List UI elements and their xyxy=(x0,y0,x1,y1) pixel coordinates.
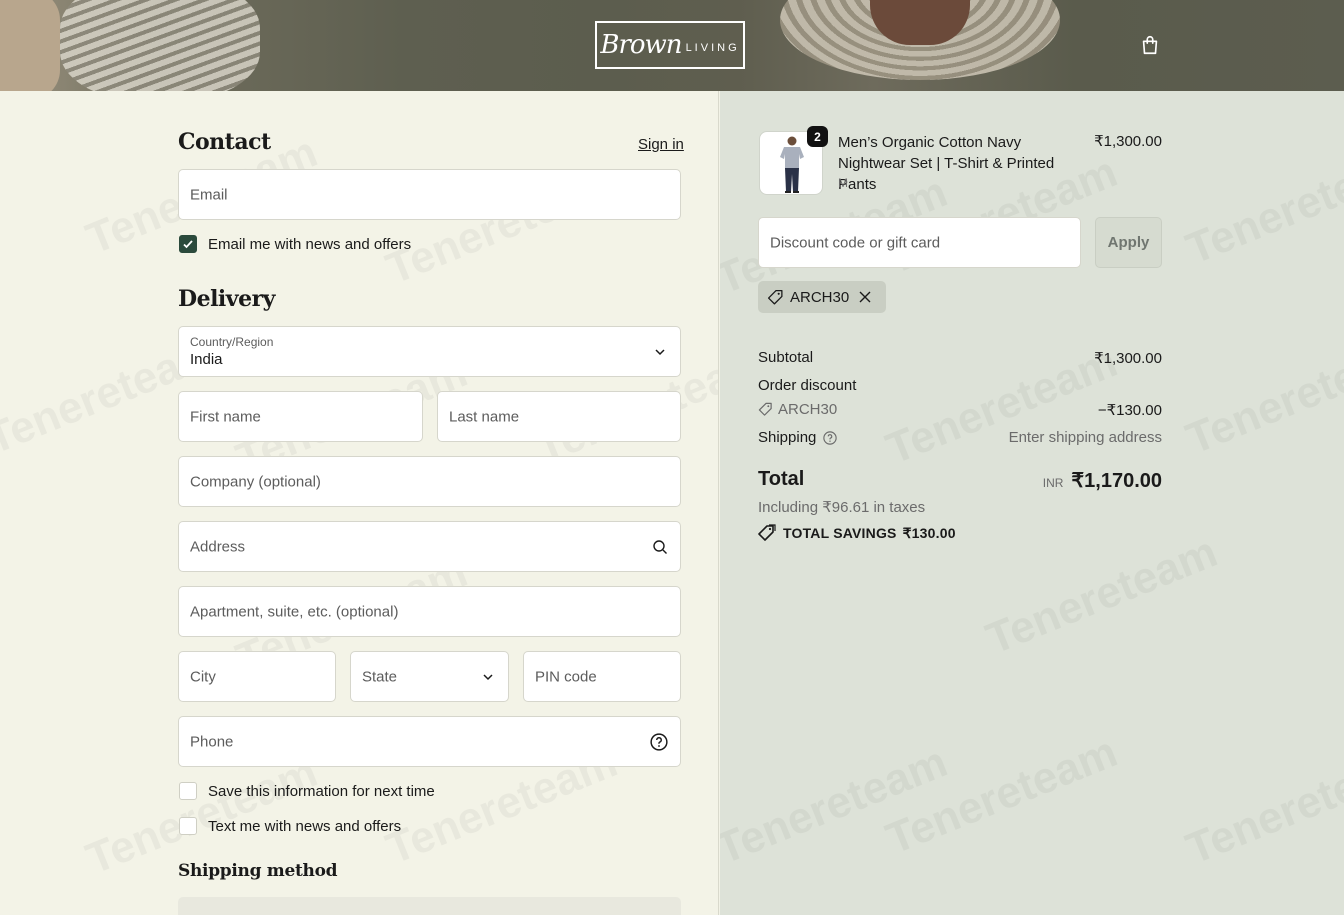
tag-icon xyxy=(758,402,772,416)
shipping-value: Enter shipping address xyxy=(1008,429,1162,446)
delivery-heading: Delivery xyxy=(178,286,275,312)
shopping-bag-icon[interactable] xyxy=(1139,34,1161,56)
help-circle-icon[interactable] xyxy=(650,732,668,751)
shipping-method-placeholder xyxy=(178,897,681,915)
chevron-down-icon xyxy=(483,673,493,680)
checkout-form-column: Tenereteam Tenereteam Tenereteam Teneret… xyxy=(0,91,719,915)
state-placeholder: State xyxy=(362,668,398,685)
watermark: Tenereteam xyxy=(1180,137,1344,275)
header-decoration xyxy=(0,0,60,91)
watermark: Tenereteam xyxy=(720,737,954,875)
watermark: Tenereteam xyxy=(880,727,1125,865)
product-price: ₹1,300.00 xyxy=(1094,133,1162,150)
watermark: Tenereteam xyxy=(980,527,1225,665)
chevron-down-icon xyxy=(655,348,665,355)
phone-placeholder: Phone xyxy=(190,733,234,750)
shipping-label-row: Shipping xyxy=(758,429,838,446)
help-circle-icon[interactable] xyxy=(823,430,838,445)
subtotal-value: ₹1,300.00 xyxy=(1094,350,1162,367)
save-info-checkbox[interactable] xyxy=(179,782,197,800)
currency-code: INR xyxy=(1042,476,1064,490)
brand-logo[interactable]: Brown LIVING xyxy=(595,21,745,69)
address-placeholder: Address xyxy=(190,538,246,555)
watermark: Tenereteam xyxy=(1180,327,1344,465)
checkmark-icon xyxy=(183,240,193,249)
product-name: Men’s Organic Cotton Navy Nightwear Set … xyxy=(838,134,1055,193)
shipping-label: Shipping xyxy=(758,429,817,446)
apartment-field[interactable]: Apartment, suite, etc. (optional) xyxy=(178,586,681,637)
total-label: Total xyxy=(758,468,805,490)
pin-code-field[interactable]: PIN code xyxy=(523,651,681,702)
order-discount-code: ARCH30 xyxy=(778,401,838,418)
pin-code-placeholder: PIN code xyxy=(535,668,597,685)
savings-label: TOTAL SAVINGS xyxy=(783,525,897,541)
discount-code-placeholder: Discount code or gift card xyxy=(770,234,941,251)
shipping-method-heading: Shipping method xyxy=(178,861,338,881)
text-news-checkbox[interactable] xyxy=(179,817,197,835)
email-news-checkbox[interactable] xyxy=(179,235,197,253)
product-variant: M xyxy=(838,176,848,190)
country-label: Country/Region xyxy=(190,335,274,349)
email-news-label: Email me with news and offers xyxy=(208,235,412,253)
apply-discount-button[interactable]: Apply xyxy=(1095,217,1162,268)
search-icon[interactable] xyxy=(652,539,668,555)
save-info-checkbox-row[interactable]: Save this information for next time xyxy=(179,782,435,800)
text-news-label: Text me with news and offers xyxy=(208,817,402,835)
save-info-label: Save this information for next time xyxy=(208,782,435,800)
state-select[interactable]: State xyxy=(350,651,509,702)
order-discount-label: Order discount xyxy=(758,377,857,394)
company-field[interactable]: Company (optional) xyxy=(178,456,681,507)
last-name-placeholder: Last name xyxy=(449,408,520,425)
sign-in-link[interactable]: Sign in xyxy=(638,136,684,153)
applied-discount-chip: ARCH30 xyxy=(758,281,887,313)
address-field[interactable]: Address xyxy=(178,521,681,572)
logo-word: LIVING xyxy=(685,42,740,54)
savings-value: ₹130.00 xyxy=(902,524,956,541)
hero-header: Brown LIVING xyxy=(0,0,1344,91)
phone-field[interactable]: Phone xyxy=(178,716,681,767)
email-field[interactable]: Email xyxy=(178,169,681,220)
quantity-badge: 2 xyxy=(807,126,828,147)
applied-discount-code: ARCH30 xyxy=(790,288,850,306)
city-placeholder: City xyxy=(190,668,216,685)
email-placeholder: Email xyxy=(190,186,228,203)
text-news-checkbox-row[interactable]: Text me with news and offers xyxy=(179,817,401,835)
total-value: ₹1,170.00 xyxy=(1071,470,1162,492)
last-name-field[interactable]: Last name xyxy=(437,391,681,442)
subtotal-label: Subtotal xyxy=(758,349,814,366)
order-discount-value: −₹130.00 xyxy=(1097,402,1162,419)
first-name-placeholder: First name xyxy=(190,408,261,425)
total-savings: TOTAL SAVINGS ₹130.00 xyxy=(758,524,956,542)
country-select[interactable]: Country/Region India xyxy=(178,326,681,377)
email-news-checkbox-row[interactable]: Email me with news and offers xyxy=(179,235,411,253)
remove-discount-button[interactable] xyxy=(859,291,877,303)
logo-script: Brown xyxy=(600,30,682,60)
order-summary-column: Tenereteam Tenereteam Tenereteam Teneret… xyxy=(720,91,1344,915)
company-placeholder: Company (optional) xyxy=(190,473,321,490)
first-name-field[interactable]: First name xyxy=(178,391,423,442)
discount-code-field[interactable]: Discount code or gift card xyxy=(758,217,1081,268)
city-field[interactable]: City xyxy=(178,651,336,702)
watermark: Tenereteam xyxy=(1180,737,1344,875)
watermark: Tenereteam xyxy=(880,337,1125,475)
savings-tag-icon xyxy=(758,524,776,541)
header-decoration xyxy=(60,0,260,91)
contact-heading: Contact xyxy=(178,129,271,155)
tag-icon xyxy=(767,289,783,305)
apartment-placeholder: Apartment, suite, etc. (optional) xyxy=(190,603,399,620)
country-value: India xyxy=(190,351,223,368)
taxes-note: Including ₹96.61 in taxes xyxy=(758,499,926,516)
total-amount: INR ₹1,170.00 xyxy=(1043,468,1162,493)
order-discount-code-row: ARCH30 xyxy=(758,401,837,418)
close-icon xyxy=(859,291,871,303)
